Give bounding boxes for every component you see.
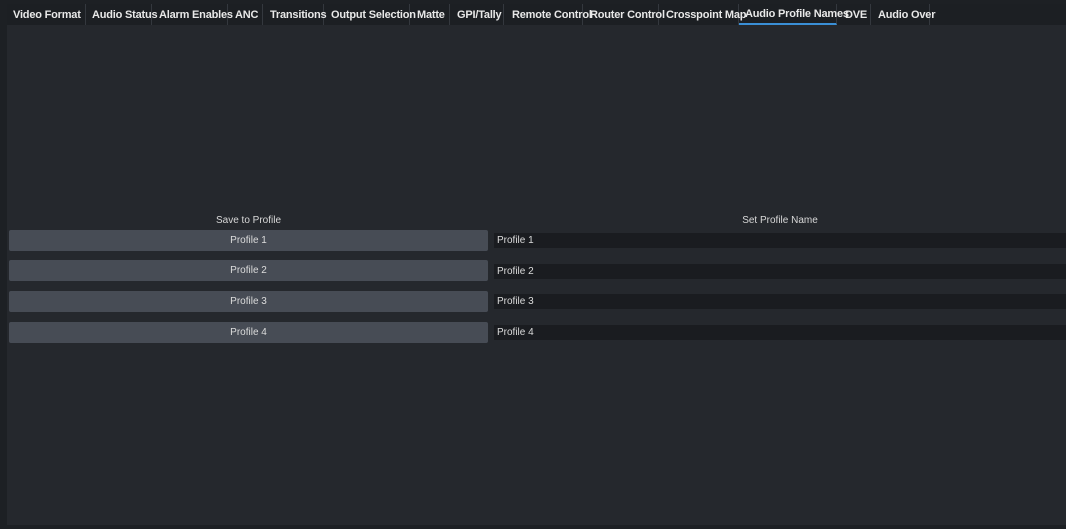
tab-dve[interactable]: DVE bbox=[837, 4, 871, 25]
tab-audio-profile-names[interactable]: Audio Profile Names bbox=[739, 4, 849, 25]
set-profile-name-header: Set Profile Name bbox=[742, 215, 818, 226]
profile-3-name-field[interactable]: Profile 3 bbox=[494, 294, 1066, 309]
save-profile-4-button[interactable]: Profile 4 bbox=[9, 322, 488, 343]
tab-audio-status[interactable]: Audio Status bbox=[86, 4, 158, 25]
tab-alarm-enables[interactable]: Alarm Enables bbox=[152, 4, 233, 25]
save-profile-2-button[interactable]: Profile 2 bbox=[9, 260, 488, 281]
tab-bar: Video Format Audio Status Alarm Enables … bbox=[7, 4, 1066, 25]
save-profile-3-button[interactable]: Profile 3 bbox=[9, 291, 488, 312]
save-profile-1-button[interactable]: Profile 1 bbox=[9, 230, 488, 251]
tab-output-selection[interactable]: Output Selection bbox=[324, 4, 416, 25]
tab-remote-control[interactable]: Remote Control bbox=[504, 4, 592, 25]
tab-transitions[interactable]: Transitions bbox=[263, 4, 327, 25]
tab-router-control[interactable]: Router Control bbox=[583, 4, 665, 25]
tab-video-format[interactable]: Video Format bbox=[7, 4, 86, 25]
tab-crosspoint-map[interactable]: Crosspoint Map bbox=[659, 4, 747, 25]
tab-audio-over[interactable]: Audio Over bbox=[871, 4, 935, 25]
tab-gpi-tally[interactable]: GPI/Tally bbox=[450, 4, 504, 25]
tab-matte[interactable]: Matte bbox=[410, 4, 450, 25]
profile-1-name-field[interactable]: Profile 1 bbox=[494, 233, 1066, 248]
tab-anc[interactable]: ANC bbox=[228, 4, 263, 25]
save-to-profile-header: Save to Profile bbox=[215, 215, 282, 226]
profile-2-name-field[interactable]: Profile 2 bbox=[494, 264, 1066, 279]
profile-4-name-field[interactable]: Profile 4 bbox=[494, 325, 1066, 340]
main-panel: Video Format Audio Status Alarm Enables … bbox=[7, 4, 1066, 525]
